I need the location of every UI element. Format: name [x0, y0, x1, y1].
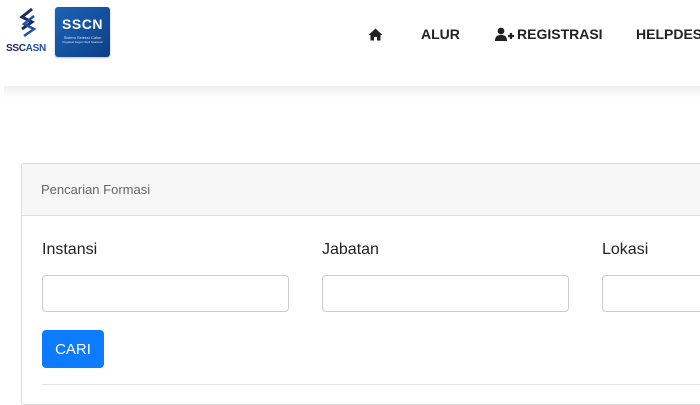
search-card-title: Pencarian Formasi: [41, 182, 151, 197]
navbar-shadow: [4, 86, 700, 98]
instansi-label: Instansi: [42, 241, 98, 258]
nav-registrasi-label: REGISTRASI: [517, 26, 603, 42]
home-icon: [368, 28, 383, 40]
sscn-logo-subtitle-2: Pegawai Negeri Sipil Nasional: [62, 40, 103, 44]
sscasn-wordmark: SSCASN: [6, 43, 46, 54]
user-plus-icon: [495, 27, 514, 41]
nav-home[interactable]: [368, 25, 383, 43]
nav-helpdesk[interactable]: HELPDES: [636, 25, 700, 43]
navbar: SSCASN SSCN Sistem Seleksi Calon Pegawai…: [0, 0, 700, 68]
lokasi-label: Lokasi: [602, 241, 649, 258]
nav-registrasi[interactable]: REGISTRASI: [495, 25, 603, 43]
nav-alur[interactable]: ALUR: [421, 25, 460, 43]
sscn-logo-title: SSCN: [62, 16, 103, 32]
lokasi-input[interactable]: [602, 275, 700, 312]
search-card-header: Pencarian Formasi: [22, 164, 700, 216]
card-divider: [42, 384, 700, 385]
sscasn-logo[interactable]: SSCASN: [4, 8, 52, 54]
sscasn-mark-icon: [19, 8, 37, 38]
jabatan-label: Jabatan: [322, 241, 379, 258]
cari-button[interactable]: CARI: [42, 330, 104, 368]
jabatan-input[interactable]: [322, 275, 569, 312]
instansi-input[interactable]: [42, 275, 289, 312]
sscn-logo[interactable]: SSCN Sistem Seleksi Calon Pegawai Negeri…: [55, 7, 110, 57]
